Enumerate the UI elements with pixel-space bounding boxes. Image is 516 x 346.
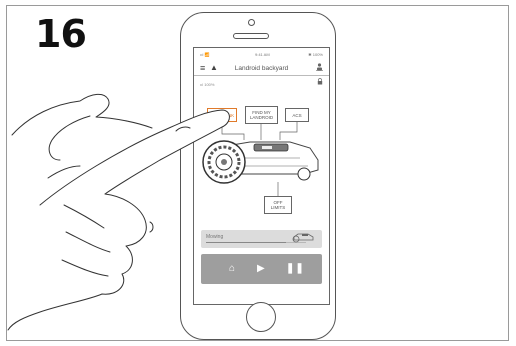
pointing-hand-illustration [7,93,230,331]
